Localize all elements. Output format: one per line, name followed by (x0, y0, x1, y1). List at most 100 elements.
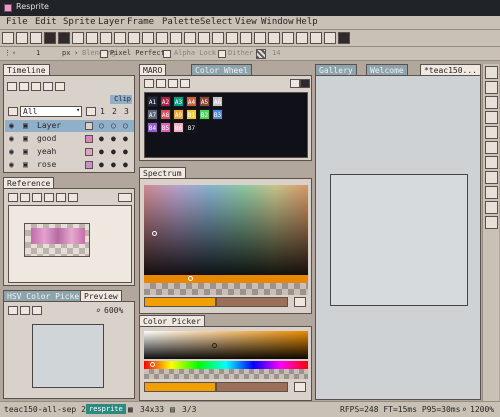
sprite-canvas[interactable] (330, 174, 468, 306)
cel-filled-icon[interactable]: ● (111, 134, 116, 143)
swatch-b5[interactable]: B5 (160, 122, 171, 133)
lock-icon[interactable]: ▣ (23, 121, 28, 130)
rectangle-icon[interactable] (485, 141, 498, 154)
copy-icon[interactable] (114, 32, 126, 44)
palette-menu-icon[interactable] (300, 79, 310, 88)
add-reference-icon[interactable] (8, 193, 18, 202)
play-icon[interactable] (296, 32, 308, 44)
layer-row[interactable]: ◉ ▣ good ● ● ● (5, 133, 134, 145)
flip-v-icon[interactable] (170, 32, 182, 44)
more-options-icon[interactable] (118, 193, 132, 202)
picker-primary-bar[interactable] (144, 382, 216, 392)
tab-gallery[interactable]: Gallery (315, 64, 357, 75)
tab-color-wheel[interactable]: Color Wheel (191, 64, 252, 75)
brush-size-value[interactable]: 1 (36, 49, 40, 57)
tab-preview[interactable]: Preview (80, 290, 122, 301)
blur-icon[interactable] (485, 216, 498, 229)
menu-palette[interactable]: Palette (162, 17, 200, 27)
lock-icon[interactable]: ▣ (23, 160, 28, 169)
swatch-a1[interactable]: A1 (147, 96, 158, 107)
swatch-a5[interactable]: A5 (199, 96, 210, 107)
last-frame-icon[interactable] (55, 82, 65, 91)
swap-colors-icon[interactable] (294, 297, 306, 307)
saturation-value-field[interactable] (144, 331, 308, 359)
cut-icon[interactable] (100, 32, 112, 44)
swatch-a7[interactable]: A7 (147, 109, 158, 120)
picker-swap-icon[interactable] (294, 382, 306, 392)
settings-icon[interactable] (338, 32, 350, 44)
selection-icon[interactable] (485, 171, 498, 184)
sv-cursor[interactable] (212, 343, 217, 348)
resize-icon[interactable] (198, 32, 210, 44)
swatch-a6[interactable]: A6 (212, 96, 223, 107)
layer-name[interactable]: Layer (37, 121, 61, 130)
dither-label[interactable]: Dither (228, 49, 253, 57)
lasso-icon[interactable] (485, 186, 498, 199)
swatch-a4[interactable]: A4 (186, 96, 197, 107)
menu-sprite[interactable]: Sprite (63, 17, 96, 27)
move-icon[interactable] (485, 201, 498, 214)
arrow-left-icon[interactable]: ‹ (12, 49, 16, 57)
tab-timeline[interactable]: Timeline (3, 64, 50, 75)
cel-filled-icon[interactable]: ● (123, 147, 128, 156)
preview-canvas[interactable] (32, 324, 104, 388)
layer-row[interactable]: ◉ ▣ rose ● ● ● (5, 159, 134, 171)
eye-icon[interactable]: ◉ (9, 147, 14, 156)
dither-pattern-icon[interactable] (256, 49, 266, 59)
export-icon[interactable] (58, 32, 70, 44)
frame-header-3[interactable]: 3 (124, 107, 129, 116)
cel-filled-icon[interactable]: ● (99, 147, 104, 156)
menu-file[interactable]: File (6, 17, 28, 27)
palette-icon[interactable] (324, 32, 336, 44)
reference-image[interactable] (24, 223, 90, 257)
spectrum-field[interactable] (144, 185, 308, 275)
hue-cursor[interactable] (150, 362, 155, 367)
open-file-icon[interactable] (16, 32, 28, 44)
cel-filled-icon[interactable]: ● (111, 147, 116, 156)
undo-icon[interactable] (72, 32, 84, 44)
paste-icon[interactable] (128, 32, 140, 44)
eyedropper-icon[interactable] (485, 111, 498, 124)
layer-name[interactable]: rose (37, 160, 56, 169)
save-as-icon[interactable] (44, 32, 56, 44)
chevron-down-icon[interactable]: ▾ (76, 106, 80, 114)
first-frame-icon[interactable] (7, 82, 17, 91)
cel-filled-icon[interactable]: ● (99, 160, 104, 169)
layer-name[interactable]: good (37, 134, 56, 143)
eye-icon[interactable]: ◉ (9, 121, 14, 130)
pencil-icon[interactable] (485, 66, 498, 79)
secondary-color-bar[interactable] (216, 297, 288, 307)
swatch-b1[interactable]: B1 (186, 109, 197, 120)
save-icon[interactable] (30, 32, 42, 44)
palette-sort-icon[interactable] (168, 79, 178, 88)
onion-skin-icon[interactable] (310, 32, 322, 44)
menu-view[interactable]: View (235, 17, 257, 27)
alpha-lock-label[interactable]: Alpha Lock (174, 49, 216, 57)
layer-filter-select[interactable]: All (20, 106, 82, 117)
dither-value[interactable]: 14 (272, 49, 280, 57)
frame-header-2[interactable]: 2 (112, 107, 117, 116)
pixel-perfect-label[interactable]: Pixel Perfect (110, 49, 165, 57)
menu-frame[interactable]: Frame (127, 17, 154, 27)
swatch-a2[interactable]: A2 (160, 96, 171, 107)
value-cursor[interactable] (188, 276, 193, 281)
redo-icon[interactable] (86, 32, 98, 44)
swatch-b2[interactable]: B2 (199, 109, 210, 120)
duplicate-reference-icon[interactable] (32, 193, 42, 202)
swatch-a9[interactable]: A9 (173, 109, 184, 120)
pixel-preview-icon[interactable] (32, 306, 42, 315)
grid-icon[interactable] (226, 32, 238, 44)
cel-empty-icon[interactable]: ○ (123, 121, 128, 130)
cel-filled-icon[interactable]: ● (111, 160, 116, 169)
cel-empty-icon[interactable]: ○ (99, 121, 104, 130)
lock-icon[interactable]: ▣ (23, 147, 28, 156)
cel-empty-icon[interactable]: ○ (111, 121, 116, 130)
tab-spectrum[interactable]: Spectrum (139, 167, 186, 178)
palette-remove-icon[interactable] (156, 79, 166, 88)
frame-header-1[interactable]: 1 (100, 107, 105, 116)
spectrum-cursor[interactable] (152, 231, 157, 236)
layer-add-icon[interactable] (240, 32, 252, 44)
picker-secondary-bar[interactable] (216, 382, 288, 392)
move-reference-icon[interactable] (44, 193, 54, 202)
alpha-strip[interactable] (144, 283, 308, 295)
